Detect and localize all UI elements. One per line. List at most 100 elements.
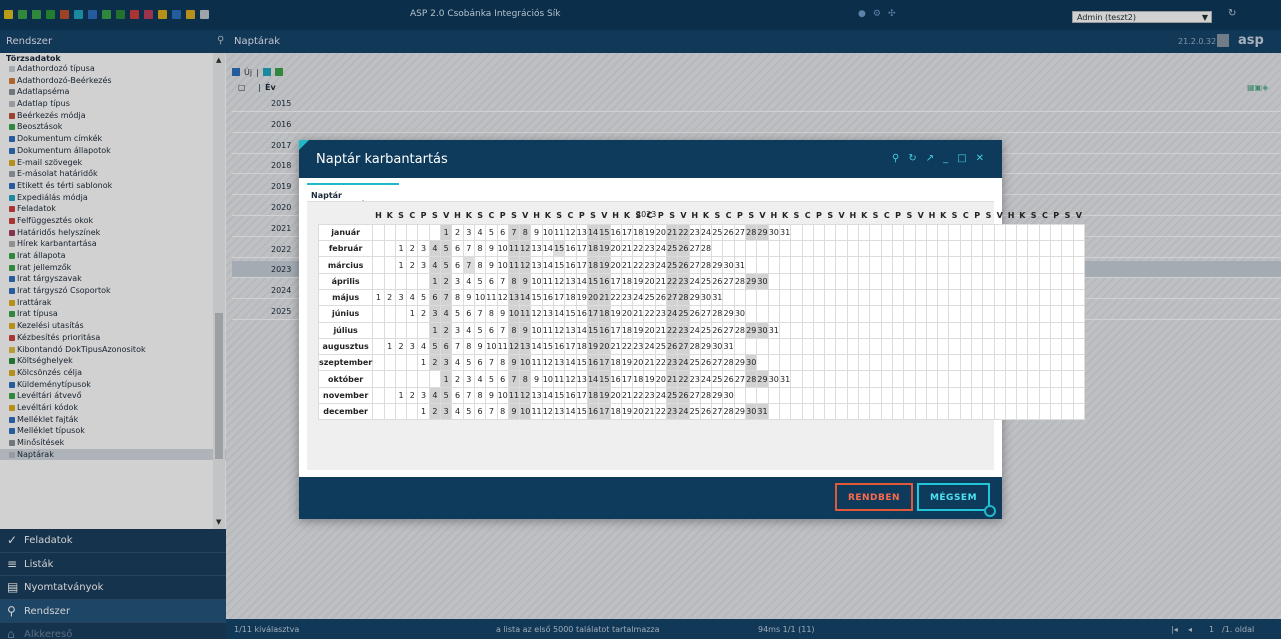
day-cell[interactable]: 26 [677, 240, 690, 258]
day-cell[interactable]: 7 [507, 370, 521, 388]
day-cell[interactable]: 29 [711, 386, 724, 405]
day-cell[interactable]: 6 [473, 354, 487, 372]
day-cell[interactable]: 7 [496, 321, 509, 339]
day-cell[interactable]: 22 [665, 272, 679, 290]
day-cell[interactable]: 20 [609, 240, 622, 258]
day-cell[interactable]: 25 [654, 337, 667, 356]
day-cell[interactable]: 3 [440, 403, 453, 421]
day-cell[interactable]: 28 [711, 305, 724, 323]
day-cell[interactable]: 7 [462, 386, 475, 405]
day-cell[interactable]: 28 [733, 272, 747, 290]
day-cell[interactable]: 16 [609, 370, 622, 388]
day-cell[interactable]: 8 [485, 305, 498, 323]
day-cell[interactable]: 23 [665, 354, 679, 372]
day-cell[interactable]: 14 [575, 321, 588, 339]
day-cell[interactable]: 2 [428, 354, 442, 372]
day-cell[interactable]: 8 [519, 370, 532, 388]
day-cell[interactable]: 13 [575, 223, 588, 242]
day-cell[interactable]: 21 [598, 288, 611, 307]
day-cell[interactable]: 5 [440, 256, 453, 274]
day-cell[interactable]: 30 [722, 256, 735, 274]
day-cell[interactable]: 10 [541, 223, 555, 242]
day-cell[interactable]: 1 [440, 223, 453, 242]
day-cell[interactable]: 6 [451, 240, 464, 258]
day-cell[interactable]: 19 [643, 223, 656, 242]
day-cell[interactable]: 27 [733, 370, 747, 388]
day-cell[interactable]: 22 [654, 403, 667, 421]
day-cell[interactable]: 25 [688, 354, 701, 372]
day-cell[interactable]: 9 [462, 288, 475, 307]
day-cell[interactable]: 12 [553, 272, 566, 290]
day-cell[interactable]: 9 [485, 240, 498, 258]
day-cell[interactable]: 16 [553, 337, 566, 356]
day-cell[interactable]: 26 [711, 272, 724, 290]
day-cell[interactable]: 25 [711, 370, 724, 388]
day-cell[interactable]: 4 [473, 370, 487, 388]
day-cell[interactable]: 26 [677, 386, 690, 405]
day-cell[interactable]: 24 [654, 386, 667, 405]
day-cell[interactable]: 26 [711, 321, 724, 339]
day-cell[interactable]: 21 [665, 223, 679, 242]
day-cell[interactable]: 27 [722, 272, 735, 290]
day-cell[interactable]: 15 [553, 240, 566, 258]
day-cell[interactable]: 27 [699, 305, 713, 323]
day-cell[interactable]: 5 [485, 223, 498, 242]
day-cell[interactable]: 8 [462, 337, 475, 356]
day-cell[interactable]: 20 [609, 386, 622, 405]
day-cell[interactable]: 7 [485, 403, 498, 421]
day-cell[interactable]: 25 [688, 403, 701, 421]
day-cell[interactable]: 1 [394, 256, 408, 274]
day-cell[interactable]: 24 [665, 305, 679, 323]
day-cell[interactable]: 13 [553, 354, 566, 372]
day-cell[interactable]: 19 [632, 321, 645, 339]
day-cell[interactable]: 4 [451, 354, 464, 372]
day-cell[interactable]: 19 [598, 240, 611, 258]
day-cell[interactable]: 25 [699, 321, 713, 339]
day-cell[interactable]: 14 [541, 386, 555, 405]
day-cell[interactable]: 17 [575, 256, 588, 274]
day-cell[interactable]: 6 [428, 288, 442, 307]
day-cell[interactable]: 20 [654, 223, 667, 242]
day-cell[interactable]: 6 [451, 386, 464, 405]
day-cell[interactable]: 17 [564, 337, 577, 356]
day-cell[interactable]: 22 [677, 223, 690, 242]
day-cell[interactable]: 6 [496, 370, 509, 388]
day-cell[interactable]: 17 [620, 223, 634, 242]
day-cell[interactable]: 14 [553, 305, 566, 323]
day-cell[interactable]: 11 [507, 386, 521, 405]
day-cell[interactable]: 8 [507, 272, 521, 290]
day-cell[interactable]: 3 [462, 223, 475, 242]
day-cell[interactable]: 24 [699, 370, 713, 388]
day-cell[interactable]: 15 [586, 321, 600, 339]
day-cell[interactable]: 2 [428, 403, 442, 421]
day-cell[interactable]: 13 [519, 337, 532, 356]
day-cell[interactable]: 5 [462, 354, 475, 372]
day-cell[interactable]: 13 [541, 305, 555, 323]
pin-icon[interactable]: ⚲ [892, 153, 899, 164]
day-cell[interactable]: 6 [440, 337, 453, 356]
day-cell[interactable]: 15 [575, 403, 588, 421]
day-cell[interactable]: 7 [440, 288, 453, 307]
day-cell[interactable]: 29 [745, 321, 758, 339]
day-cell[interactable]: 21 [643, 354, 656, 372]
day-cell[interactable]: 15 [553, 256, 566, 274]
day-cell[interactable]: 6 [451, 256, 464, 274]
day-cell[interactable]: 12 [541, 354, 555, 372]
day-cell[interactable]: 10 [485, 337, 498, 356]
day-cell[interactable]: 12 [541, 403, 555, 421]
day-cell[interactable]: 11 [530, 403, 543, 421]
day-cell[interactable]: 14 [541, 256, 555, 274]
day-cell[interactable]: 13 [553, 403, 566, 421]
day-cell[interactable]: 1 [394, 240, 408, 258]
day-cell[interactable]: 4 [440, 305, 453, 323]
day-cell[interactable]: 20 [598, 337, 611, 356]
day-cell[interactable]: 12 [496, 288, 509, 307]
day-cell[interactable]: 4 [406, 288, 419, 307]
day-cell[interactable]: 16 [586, 354, 600, 372]
day-cell[interactable]: 13 [564, 272, 577, 290]
day-cell[interactable]: 10 [496, 240, 509, 258]
day-cell[interactable]: 22 [632, 256, 645, 274]
day-cell[interactable]: 17 [609, 272, 622, 290]
day-cell[interactable]: 3 [451, 272, 464, 290]
day-cell[interactable]: 30 [711, 337, 724, 356]
